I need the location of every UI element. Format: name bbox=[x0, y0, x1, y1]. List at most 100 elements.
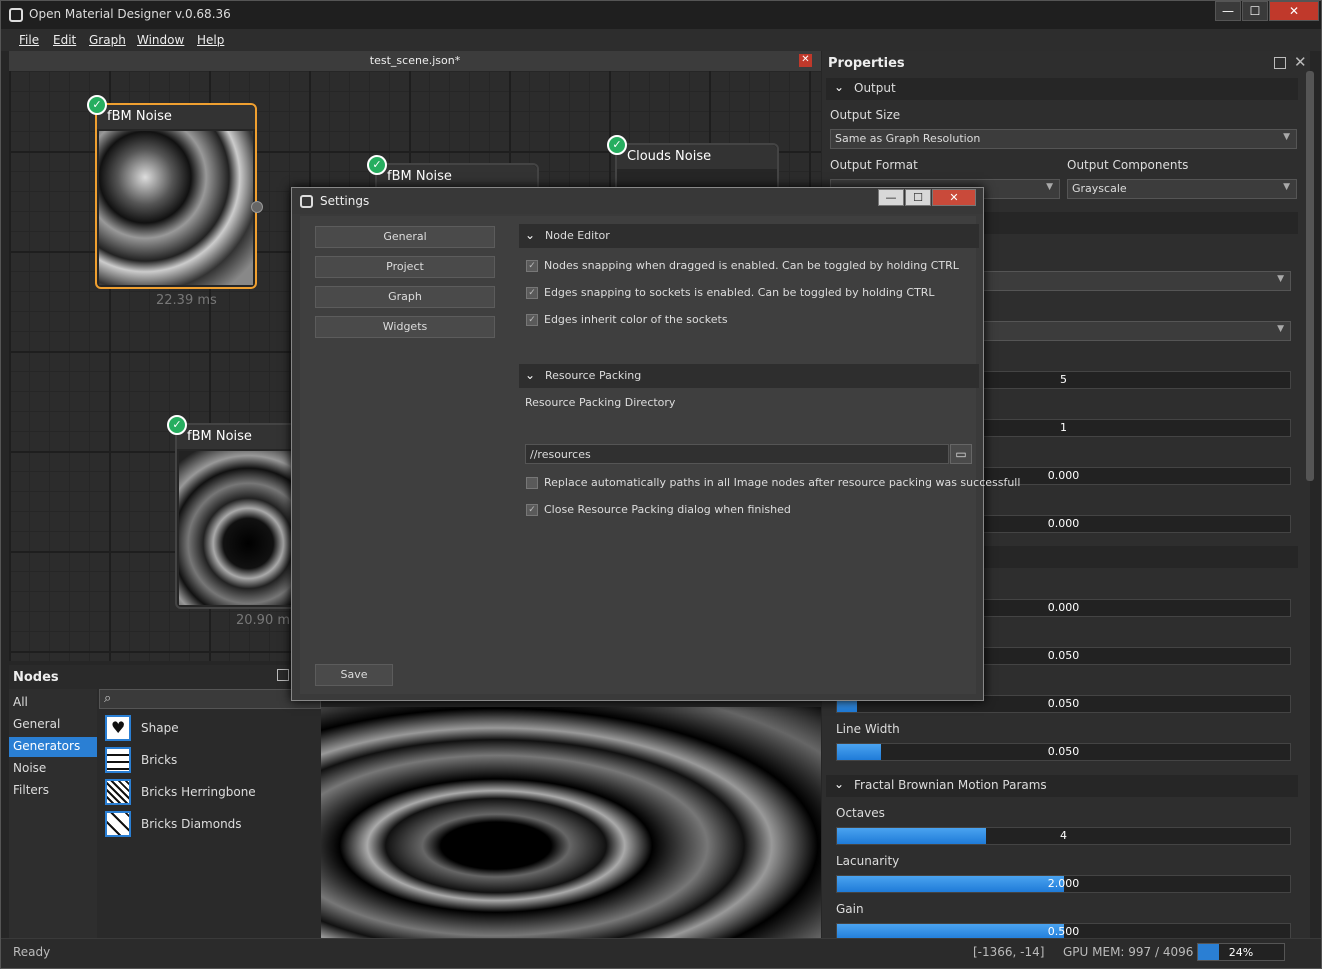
close-icon[interactable]: ✕ bbox=[1294, 53, 1307, 71]
slider-value: 0.050 bbox=[1047, 745, 1080, 758]
chevron-down-icon: ▼ bbox=[1277, 324, 1284, 334]
octaves-slider[interactable]: 4 bbox=[836, 827, 1291, 845]
app-icon bbox=[300, 195, 313, 208]
output-section[interactable]: ⌄ Output bbox=[826, 78, 1298, 100]
settings-dialog: Settings — ☐ ✕ General Project Graph Wid… bbox=[291, 187, 1020, 701]
category-all[interactable]: All bbox=[9, 693, 97, 713]
cursor-coords: [-1366, -14] bbox=[973, 945, 1045, 959]
dialog-maximize-button[interactable]: ☐ bbox=[905, 189, 931, 206]
resource-packing-section[interactable]: ⌄ Resource Packing bbox=[519, 364, 979, 388]
checkbox-box[interactable] bbox=[526, 477, 538, 489]
app-window: Open Material Designer v.0.68.36 — ☐ ✕ F… bbox=[0, 0, 1322, 969]
node-time: 22.39 ms bbox=[156, 293, 217, 308]
folder-open-icon[interactable]: ▭ bbox=[950, 444, 972, 464]
dialog-title-bar[interactable]: Settings — ☐ ✕ bbox=[292, 188, 983, 214]
nav-project-button[interactable]: Project bbox=[315, 256, 495, 278]
generator-bricks[interactable]: Bricks bbox=[105, 747, 305, 775]
slider-value: 0.500 bbox=[1047, 925, 1080, 938]
search-icon: ⌕ bbox=[104, 691, 112, 706]
slider-value: 2.000 bbox=[1047, 877, 1080, 890]
checkbox-box[interactable]: ✓ bbox=[526, 504, 538, 516]
dialog-minimize-button[interactable]: — bbox=[878, 189, 904, 206]
output-size-label: Output Size bbox=[830, 108, 901, 122]
node-title: fBM Noise bbox=[97, 105, 255, 129]
dir-label: Resource Packing Directory bbox=[525, 396, 676, 409]
section-label: Fractal Brownian Motion Params bbox=[854, 778, 1047, 792]
menu-graph[interactable]: Graph bbox=[89, 33, 126, 47]
checkbox-label: Close Resource Packing dialog when finis… bbox=[544, 503, 791, 516]
chevron-down-icon: ⌄ bbox=[525, 228, 536, 242]
dialog-close-button[interactable]: ✕ bbox=[932, 189, 976, 206]
output-socket[interactable] bbox=[251, 201, 263, 213]
output-size-select[interactable]: Same as Graph Resolution ▼ bbox=[830, 129, 1297, 149]
checkbox-label: Edges inherit color of the sockets bbox=[544, 313, 728, 326]
graph-node-fbm-1[interactable]: fBM Noise bbox=[95, 103, 257, 289]
minimize-button[interactable]: — bbox=[1215, 1, 1241, 21]
generator-bricks-herringbone[interactable]: Bricks Herringbone bbox=[105, 779, 305, 807]
texture-preview[interactable] bbox=[321, 707, 821, 938]
category-filters[interactable]: Filters bbox=[9, 781, 97, 801]
chevron-down-icon: ⌄ bbox=[834, 80, 845, 94]
graph-tab[interactable]: test_scene.json* bbox=[9, 51, 821, 71]
save-button[interactable]: Save bbox=[315, 664, 393, 686]
chevron-down-icon: ▼ bbox=[1283, 132, 1290, 142]
chevron-down-icon: ⌄ bbox=[525, 368, 536, 382]
app-icon bbox=[9, 8, 23, 22]
nav-graph-button[interactable]: Graph bbox=[315, 286, 495, 308]
chevron-down-icon: ▼ bbox=[1277, 274, 1284, 284]
status-text: Ready bbox=[13, 945, 51, 959]
node-time: 20.90 m bbox=[236, 613, 291, 628]
section-label: Output bbox=[854, 81, 896, 95]
app-title: Open Material Designer v.0.68.36 bbox=[29, 7, 231, 21]
maximize-button[interactable]: ☐ bbox=[1242, 1, 1268, 21]
search-input[interactable]: ⌕ bbox=[99, 689, 321, 709]
heart-icon: ♥ bbox=[105, 715, 131, 741]
lacunarity-slider[interactable]: 2.000 bbox=[836, 875, 1291, 893]
title-bar: Open Material Designer v.0.68.36 — ☐ ✕ bbox=[1, 1, 1321, 29]
diamonds-icon bbox=[105, 811, 131, 837]
nodes-title: Nodes bbox=[13, 670, 59, 685]
menu-edit[interactable]: Edit bbox=[53, 33, 76, 47]
menu-window[interactable]: Window bbox=[137, 33, 184, 47]
line-width-slider[interactable]: 0.050 bbox=[836, 743, 1291, 761]
close-button[interactable]: ✕ bbox=[1269, 1, 1319, 21]
lacunarity-label: Lacunarity bbox=[836, 854, 900, 868]
resource-dir-input[interactable]: //resources bbox=[525, 444, 949, 464]
section-label: Node Editor bbox=[545, 229, 610, 242]
generator-shape[interactable]: ♥ Shape bbox=[105, 715, 305, 743]
close-tab-icon[interactable]: ✕ bbox=[799, 54, 812, 67]
gpu-mem-text: GPU MEM: 997 / 4096 MB bbox=[1063, 945, 1216, 959]
category-general[interactable]: General bbox=[9, 715, 97, 735]
check-icon: ✓ bbox=[367, 155, 387, 175]
checkbox-box[interactable]: ✓ bbox=[526, 314, 538, 326]
properties-scrollbar[interactable] bbox=[1306, 71, 1314, 481]
nav-general-button[interactable]: General bbox=[315, 226, 495, 248]
checkbox-label: Nodes snapping when dragged is enabled. … bbox=[544, 259, 959, 272]
properties-title: Properties bbox=[828, 56, 905, 71]
category-generators[interactable]: Generators bbox=[9, 737, 97, 757]
output-format-label: Output Format bbox=[830, 158, 918, 172]
status-bar: Ready [-1366, -14] GPU MEM: 997 / 4096 M… bbox=[1, 938, 1321, 968]
checkbox-label: Replace automatically paths in all Image… bbox=[544, 476, 1021, 489]
dialog-title: Settings bbox=[320, 194, 370, 208]
checkbox-box[interactable]: ✓ bbox=[526, 287, 538, 299]
output-components-select[interactable]: Grayscale ▼ bbox=[1067, 179, 1297, 199]
category-noise[interactable]: Noise bbox=[9, 759, 97, 779]
nav-widgets-button[interactable]: Widgets bbox=[315, 316, 495, 338]
generator-label: Bricks Herringbone bbox=[141, 785, 256, 799]
generator-label: Bricks Diamonds bbox=[141, 817, 242, 831]
menu-file[interactable]: File bbox=[19, 33, 39, 47]
chevron-down-icon: ▼ bbox=[1046, 182, 1053, 192]
gain-label: Gain bbox=[836, 902, 864, 916]
gpu-percent: 24% bbox=[1228, 946, 1254, 959]
dock-icon[interactable] bbox=[1274, 57, 1286, 69]
chevron-down-icon: ⌄ bbox=[834, 777, 845, 791]
node-editor-section[interactable]: ⌄ Node Editor bbox=[519, 224, 979, 248]
checkbox-box[interactable]: ✓ bbox=[526, 260, 538, 272]
line-width-label: Line Width bbox=[836, 722, 900, 736]
dialog-body: General Project Graph Widgets ⌄ Node Edit… bbox=[300, 216, 1020, 694]
menu-help[interactable]: Help bbox=[197, 33, 224, 47]
dock-icon[interactable] bbox=[277, 669, 289, 681]
fbm-section[interactable]: ⌄ Fractal Brownian Motion Params bbox=[826, 775, 1298, 797]
generator-bricks-diamonds[interactable]: Bricks Diamonds bbox=[105, 811, 305, 839]
